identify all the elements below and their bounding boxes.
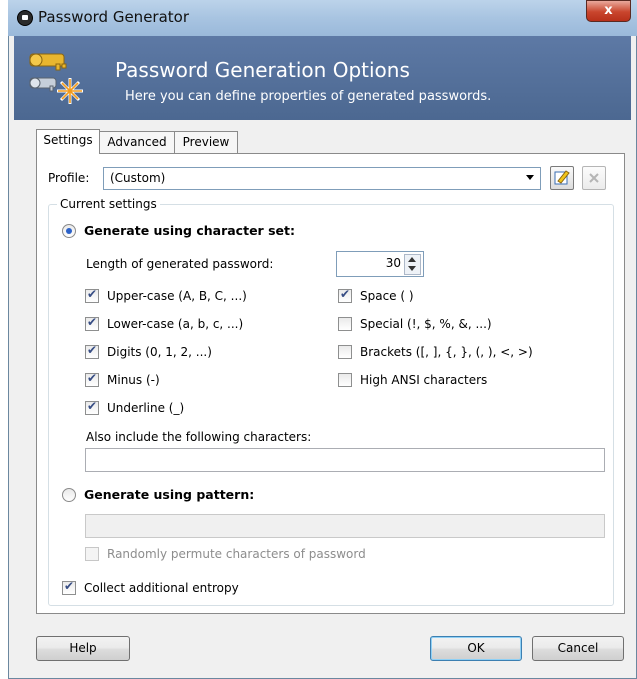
key-generator-icon [29,53,83,104]
uppercase-checkbox[interactable] [85,287,99,303]
window-title: Password Generator [38,8,190,26]
banner-subtitle: Here you can define properties of genera… [125,89,492,104]
underline-label: Underline (_) [107,401,185,415]
delete-icon [589,173,599,183]
also-include-label: Also include the following characters: [86,430,312,444]
title-bar[interactable]: Password Generator x [8,0,637,36]
help-button[interactable]: Help [36,636,130,661]
special-checkbox[interactable] [338,317,352,331]
underline-checkbox[interactable] [85,399,99,415]
entropy-checkbox[interactable] [62,579,76,595]
length-spin-buttons[interactable] [404,254,421,275]
lowercase-checkbox[interactable] [85,315,99,331]
digits-checkbox[interactable] [85,343,99,359]
lowercase-label: Lower-case (a, b, c, ...) [107,317,244,331]
brackets-label: Brackets ([, ], {, }, (, ), <, >) [360,345,533,359]
spin-down-icon [408,266,416,271]
banner-title: Password Generation Options [115,58,410,82]
spin-up-icon [408,257,416,262]
lock-icon [17,10,33,26]
high-ansi-label: High ANSI characters [360,373,488,387]
delete-profile-button[interactable] [582,166,606,190]
digits-label: Digits (0, 1, 2, ...) [107,345,212,359]
profile-dropdown[interactable]: (Custom) [103,167,541,190]
tab-advanced[interactable]: Advanced [99,131,175,153]
close-button[interactable]: x [586,0,631,22]
special-label: Special (!, $, %, &, ...) [360,317,492,331]
length-spinner[interactable]: 30 [336,251,424,277]
pattern-radio-label: Generate using pattern: [84,487,255,502]
space-checkbox[interactable] [338,287,352,303]
edit-icon [554,170,570,185]
length-label: Length of generated password: [86,257,274,271]
minus-checkbox[interactable] [85,371,99,387]
permute-checkbox[interactable] [85,547,99,561]
header-banner: Password Generation Options Here you can… [14,36,631,120]
pattern-input[interactable] [85,514,605,538]
profile-value: (Custom) [110,171,166,185]
cancel-button[interactable]: Cancel [532,636,624,661]
current-settings-title: Current settings [57,197,160,211]
minus-label: Minus (-) [107,373,160,387]
profile-label: Profile: [48,171,90,185]
chevron-down-icon [526,175,534,180]
entropy-label: Collect additional entropy [84,581,239,595]
pattern-radio[interactable] [62,488,76,502]
ok-button[interactable]: OK [430,636,522,661]
charset-radio[interactable] [62,224,76,238]
tab-preview[interactable]: Preview [174,131,238,153]
high-ansi-checkbox[interactable] [338,373,352,387]
charset-radio-label: Generate using character set: [84,223,295,238]
permute-label: Randomly permute characters of password [107,547,366,561]
length-value: 30 [385,256,401,270]
brackets-checkbox[interactable] [338,345,352,359]
space-label: Space ( ) [360,289,414,303]
edit-profile-button[interactable] [550,166,574,190]
also-include-input[interactable] [85,448,605,472]
uppercase-label: Upper-case (A, B, C, ...) [107,289,247,303]
tab-settings[interactable]: Settings [36,129,100,154]
